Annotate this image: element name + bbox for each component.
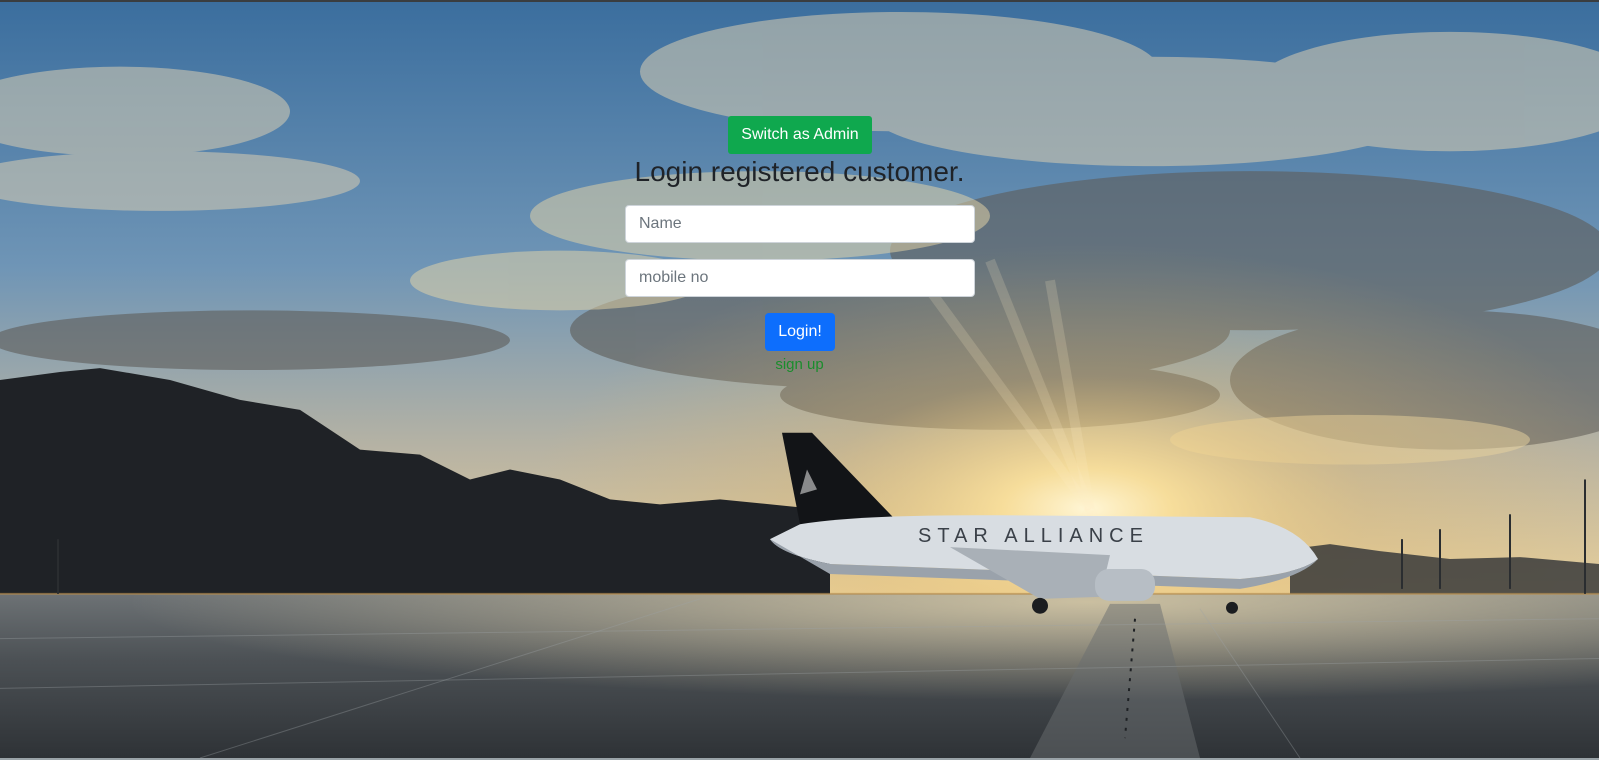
switch-as-admin-button[interactable]: Switch as Admin — [728, 116, 872, 154]
mobile-number-input[interactable] — [625, 259, 975, 297]
name-input[interactable] — [625, 205, 975, 243]
sign-up-link[interactable]: sign up — [0, 355, 1599, 375]
login-page: STAR ALLIANCE Switch as Admin Login regi… — [0, 0, 1599, 760]
login-form: Switch as Admin Login registered custome… — [0, 2, 1599, 758]
login-button[interactable]: Login! — [765, 313, 835, 351]
page-title: Login registered customer. — [634, 156, 965, 187]
